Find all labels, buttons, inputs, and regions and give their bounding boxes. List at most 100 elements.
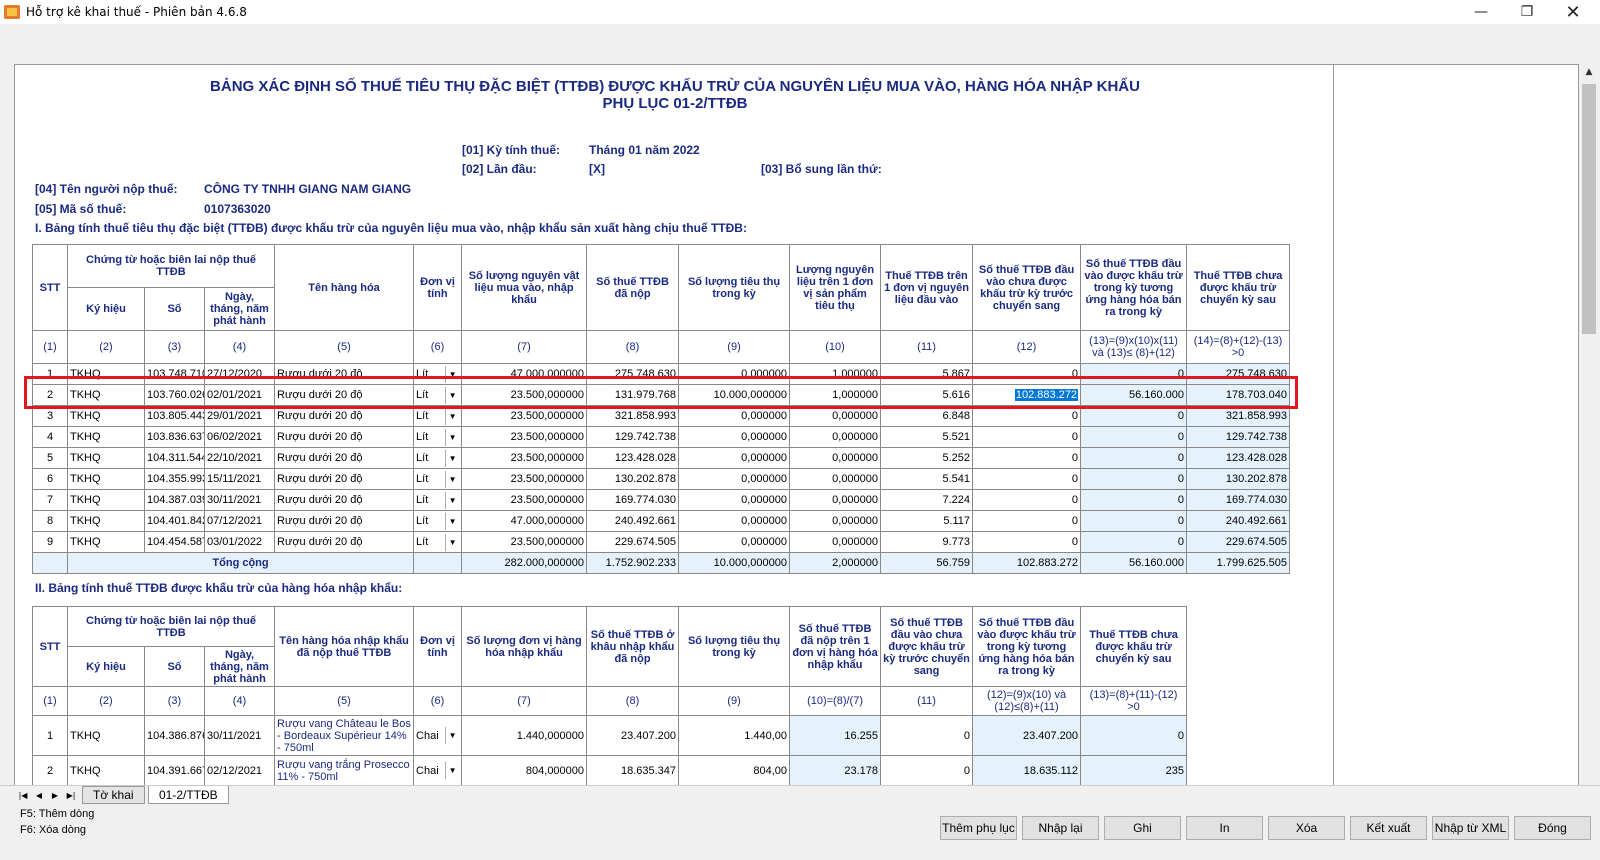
row-sl[interactable]: 23.500,000000 xyxy=(461,489,588,511)
row-sl-tieu-thu[interactable]: 0,000000 xyxy=(678,426,791,448)
row-so[interactable]: 104.391.667 xyxy=(144,755,205,786)
row-luong-nguyen-lieu[interactable]: 0,000000 xyxy=(789,447,882,469)
row-ten-hang[interactable]: Rượu dưới 20 độ xyxy=(274,510,415,532)
row-ngay[interactable]: 03/01/2022 xyxy=(203,531,276,553)
row-so[interactable]: 104.401.842 xyxy=(144,510,205,532)
in-button[interactable]: In xyxy=(1186,816,1263,840)
row-sl[interactable]: 23.500,000000 xyxy=(461,447,588,469)
dvt-select[interactable]: Lít ▼ xyxy=(413,531,463,553)
table-row[interactable]: 7 TKHQ 104.387.039 30/11/2021 Rượu dưới 20 đ… xyxy=(32,489,1291,511)
row-ky-hieu[interactable]: TKHQ xyxy=(67,489,145,511)
dropdown-arrow-icon[interactable]: ▼ xyxy=(445,762,459,779)
dropdown-arrow-icon[interactable]: ▼ xyxy=(445,449,459,467)
row-so[interactable]: 104.386.876 xyxy=(144,715,205,756)
last-sheet-icon[interactable]: ▶| xyxy=(64,788,78,802)
row-sl-tieu-thu[interactable]: 0,000000 xyxy=(678,510,791,532)
row-so[interactable]: 104.387.039 xyxy=(144,489,205,511)
dong-button[interactable]: Đóng xyxy=(1514,816,1591,840)
row-ngay[interactable]: 30/11/2021 xyxy=(203,489,276,511)
row-sl[interactable]: 23.500,000000 xyxy=(461,531,588,553)
row-sl-tieu-thu[interactable]: 0,000000 xyxy=(678,447,791,469)
row-sl-tieu-thu[interactable]: 0,000000 xyxy=(678,468,791,490)
row-sl-tieu-thu[interactable]: 0,000000 xyxy=(678,531,791,553)
row-luong-nguyen-lieu[interactable]: 0,000000 xyxy=(789,426,882,448)
row-sl[interactable]: 23.500,000000 xyxy=(461,426,588,448)
ket-xuat-button[interactable]: Kết xuất xyxy=(1350,816,1427,840)
row-ten-hang[interactable]: Rượu dưới 20 độ xyxy=(274,489,415,511)
row-thue-dau-ky[interactable]: 0 xyxy=(972,468,1082,490)
row-thue-dau-ky[interactable]: 0 xyxy=(880,755,974,786)
dropdown-arrow-icon[interactable]: ▼ xyxy=(445,428,459,446)
row-ngay[interactable]: 07/12/2021 xyxy=(203,510,276,532)
dvt-select[interactable]: Lít ▼ xyxy=(413,447,463,469)
row-thue-da-nop[interactable]: 240.492.661 xyxy=(586,510,680,532)
row-ky-hieu[interactable]: TKHQ xyxy=(67,510,145,532)
row-ten-hang[interactable]: Rượu dưới 20 độ xyxy=(274,426,415,448)
table-row[interactable]: 5 TKHQ 104.311.544 22/10/2021 Rượu dưới 20 đ… xyxy=(32,447,1291,469)
dvt-select[interactable]: Lít ▼ xyxy=(413,510,463,532)
dvt-select[interactable]: Chai ▼ xyxy=(413,715,463,756)
row-thue-da-nop[interactable]: 129.742.738 xyxy=(586,426,680,448)
row-sl[interactable]: 804,000000 xyxy=(461,755,588,786)
scroll-thumb[interactable] xyxy=(1582,84,1596,334)
table-row[interactable]: 9 TKHQ 104.454.587 03/01/2022 Rượu dưới 20 đ… xyxy=(32,531,1291,553)
row-ky-hieu[interactable]: TKHQ xyxy=(67,447,145,469)
row-ten-hang[interactable]: Rượu dưới 20 độ xyxy=(274,468,415,490)
row-thue-dau-ky[interactable]: 0 xyxy=(972,426,1082,448)
row-thue-da-nop[interactable]: 229.674.505 xyxy=(586,531,680,553)
tab-to-khai[interactable]: Tờ khai xyxy=(82,786,145,804)
row-sl[interactable]: 23.500,000000 xyxy=(461,468,588,490)
dvt-select[interactable]: Lít ▼ xyxy=(413,468,463,490)
row-thue-nhap-khau[interactable]: 18.635.347 xyxy=(586,755,680,786)
row-thue-da-nop[interactable]: 123.428.028 xyxy=(586,447,680,469)
row-thue-dau-ky[interactable]: 0 xyxy=(972,510,1082,532)
next-sheet-icon[interactable]: ▶ xyxy=(48,788,62,802)
row-ky-hieu[interactable]: TKHQ xyxy=(67,715,145,756)
row-ky-hieu[interactable]: TKHQ xyxy=(67,426,145,448)
row-ngay[interactable]: 15/11/2021 xyxy=(203,468,276,490)
row-thue-da-nop[interactable]: 130.202.878 xyxy=(586,468,680,490)
row-luong-nguyen-lieu[interactable]: 0,000000 xyxy=(789,468,882,490)
dvt-select[interactable]: Chai ▼ xyxy=(413,755,463,786)
prev-sheet-icon[interactable]: ◀ xyxy=(32,788,46,802)
row-sl-tieu-thu[interactable]: 0,000000 xyxy=(678,489,791,511)
row-thue-dau-ky[interactable]: 0 xyxy=(972,531,1082,553)
row-sl[interactable]: 47.000,000000 xyxy=(461,510,588,532)
row-ten-hang[interactable]: Rượu dưới 20 độ xyxy=(274,447,415,469)
row-so[interactable]: 104.454.587 xyxy=(144,531,205,553)
row-so[interactable]: 104.311.544 xyxy=(144,447,205,469)
row-ten-hang[interactable]: Rượu vang trắng Prosecco 11% - 750ml xyxy=(274,755,415,786)
row-ngay[interactable]: 02/12/2021 xyxy=(203,755,276,786)
table-row[interactable]: 4 TKHQ 103.836.637 06/02/2021 Rượu dưới 20 đ… xyxy=(32,426,1291,448)
first-sheet-icon[interactable]: |◀ xyxy=(16,788,30,802)
scroll-up-icon[interactable]: ▲ xyxy=(1580,64,1598,80)
row-sl[interactable]: 1.440,000000 xyxy=(461,715,588,756)
row-thue-nhap-khau[interactable]: 23.407.200 xyxy=(586,715,680,756)
close-button[interactable]: ✕ xyxy=(1550,0,1596,24)
row-ten-hang[interactable]: Rượu dưới 20 độ xyxy=(274,531,415,553)
dropdown-arrow-icon[interactable]: ▼ xyxy=(445,491,459,509)
row-ten-hang[interactable]: Rượu vang Château le Bos - Bordeaux Supé… xyxy=(274,715,415,756)
row-thue-dau-ky[interactable]: 0 xyxy=(880,715,974,756)
row-ngay[interactable]: 30/11/2021 xyxy=(203,715,276,756)
table-row[interactable]: 2 TKHQ 104.391.667 02/12/2021 Rượu vang trắn… xyxy=(32,755,1188,786)
maximize-button[interactable]: ❐ xyxy=(1504,0,1550,24)
them-phu-luc-button[interactable]: Thêm phụ lục xyxy=(940,816,1017,840)
table-row[interactable]: 6 TKHQ 104.355.993 15/11/2021 Rượu dưới 20 đ… xyxy=(32,468,1291,490)
row-sl-tieu-thu[interactable]: 804,00 xyxy=(678,755,791,786)
row-luong-nguyen-lieu[interactable]: 0,000000 xyxy=(789,510,882,532)
table-row[interactable]: 8 TKHQ 104.401.842 07/12/2021 Rượu dưới 20 đ… xyxy=(32,510,1291,532)
row-thue-dau-ky[interactable]: 0 xyxy=(972,489,1082,511)
dvt-select[interactable]: Lít ▼ xyxy=(413,489,463,511)
vertical-scrollbar[interactable]: ▲ ▼ xyxy=(1580,64,1598,802)
table-row[interactable]: 1 TKHQ 104.386.876 30/11/2021 Rượu vang Chât… xyxy=(32,715,1188,756)
xoa-button[interactable]: Xóa xyxy=(1268,816,1345,840)
nhap-lai-button[interactable]: Nhập lại xyxy=(1022,816,1099,840)
row-ky-hieu[interactable]: TKHQ xyxy=(67,468,145,490)
row-so[interactable]: 104.355.993 xyxy=(144,468,205,490)
row-luong-nguyen-lieu[interactable]: 0,000000 xyxy=(789,531,882,553)
row-ngay[interactable]: 06/02/2021 xyxy=(203,426,276,448)
row-ky-hieu[interactable]: TKHQ xyxy=(67,755,145,786)
dropdown-arrow-icon[interactable]: ▼ xyxy=(445,512,459,530)
row-luong-nguyen-lieu[interactable]: 0,000000 xyxy=(789,489,882,511)
